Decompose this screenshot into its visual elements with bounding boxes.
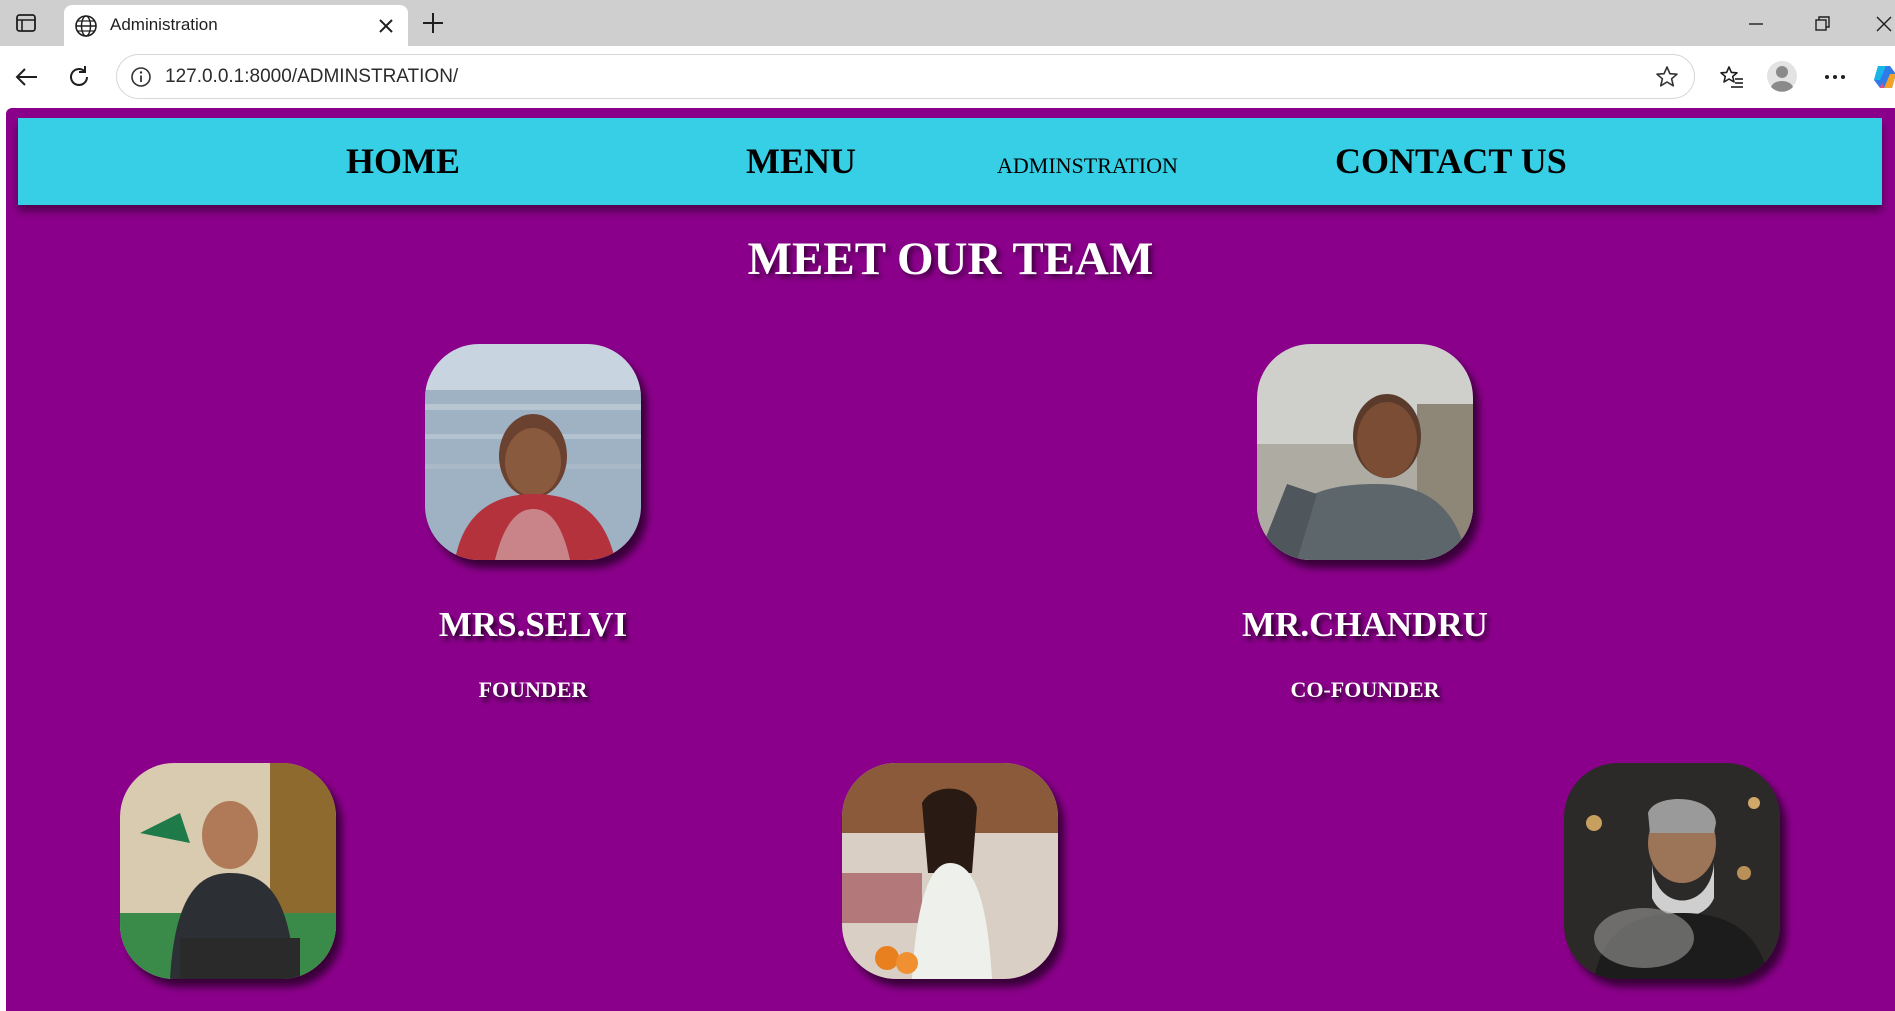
active-tab[interactable]: Administration: [64, 5, 408, 46]
back-arrow-icon[interactable]: [12, 62, 42, 92]
window-close-icon[interactable]: [1870, 10, 1895, 38]
founder-photo: [425, 344, 641, 560]
nav-contact-link[interactable]: CONTACT US: [1335, 118, 1567, 205]
copilot-icon[interactable]: [1870, 62, 1895, 92]
page-body: HOME MENU ADMINSTRATION CONTACT US MEET …: [6, 108, 1895, 1011]
reload-icon[interactable]: [64, 62, 94, 92]
sidebar-toggle-icon[interactable]: [14, 11, 38, 35]
page-title: MEET OUR TEAM: [747, 233, 1154, 285]
profile-icon[interactable]: [1766, 60, 1798, 92]
team-member-photo: [120, 763, 336, 979]
globe-icon: [73, 13, 99, 39]
site-navbar: HOME MENU ADMINSTRATION CONTACT US: [18, 118, 1882, 205]
close-icon[interactable]: [374, 14, 398, 38]
founder-name: MRS.SELVI: [438, 605, 628, 644]
address-bar[interactable]: 127.0.0.1:8000/ADMINSTRATION/: [116, 54, 1695, 99]
nav-administration-link[interactable]: ADMINSTRATION: [997, 122, 1178, 209]
more-icon[interactable]: [1820, 63, 1850, 91]
url-text[interactable]: 127.0.0.1:8000/ADMINSTRATION/: [165, 66, 458, 88]
team-member-photo: [842, 763, 1058, 979]
star-icon[interactable]: [1654, 64, 1680, 90]
browser-toolbar: 127.0.0.1:8000/ADMINSTRATION/: [0, 46, 1895, 108]
co-founder-photo: [1257, 344, 1473, 560]
info-icon[interactable]: [129, 65, 153, 89]
minimize-icon[interactable]: [1742, 10, 1770, 38]
co-founder-role: CO-FOUNDER: [1290, 677, 1440, 702]
nav-menu-link[interactable]: MENU: [746, 118, 856, 205]
browser-tab-bar: Administration: [0, 0, 1895, 46]
founder-role: FOUNDER: [478, 677, 588, 702]
tab-title: Administration: [110, 15, 218, 34]
team-member-photo: [1564, 763, 1780, 979]
favorites-icon[interactable]: [1718, 63, 1746, 91]
nav-home-link[interactable]: HOME: [346, 118, 460, 205]
co-founder-name: MR.CHANDRU: [1242, 605, 1488, 644]
plus-icon[interactable]: [419, 9, 447, 37]
restore-icon[interactable]: [1808, 10, 1836, 38]
